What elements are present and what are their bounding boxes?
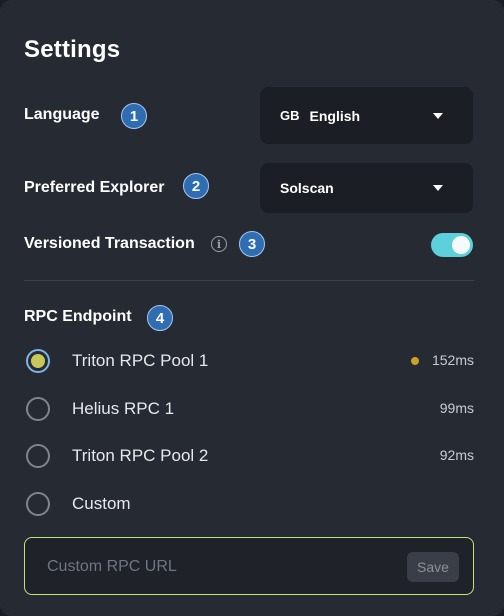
annotation-badge-1: 1 xyxy=(121,103,147,129)
radio-selected[interactable] xyxy=(26,349,50,373)
latency-status-dot xyxy=(411,357,419,365)
page-title: Settings xyxy=(24,36,121,63)
versioned-transaction-label: Versioned Transaction xyxy=(24,235,195,252)
language-label: Language xyxy=(24,106,100,123)
versioned-transaction-toggle[interactable] xyxy=(431,233,473,257)
divider xyxy=(24,280,474,281)
rpc-option-triton-pool-2[interactable]: Triton RPC Pool 2 92ms xyxy=(0,436,504,476)
explorer-value: Solscan xyxy=(280,180,334,196)
language-dropdown[interactable]: GB English xyxy=(260,87,473,144)
rpc-option-triton-pool-1[interactable]: Triton RPC Pool 1 152ms xyxy=(0,341,504,381)
settings-panel: Settings Language 1 GB English Preferred… xyxy=(0,0,504,616)
explorer-label: Preferred Explorer xyxy=(24,179,165,196)
rpc-option-custom[interactable]: Custom xyxy=(0,484,504,524)
rpc-option-name: Triton RPC Pool 2 xyxy=(72,446,209,465)
explorer-dropdown[interactable]: Solscan xyxy=(260,163,473,213)
custom-rpc-box: Save xyxy=(24,537,474,595)
gb-flag-icon: GB xyxy=(280,108,300,123)
rpc-option-name: Custom xyxy=(72,494,131,513)
chevron-down-icon xyxy=(433,185,443,191)
radio-unselected[interactable] xyxy=(26,492,50,516)
radio-dot xyxy=(31,354,45,368)
chevron-down-icon xyxy=(433,112,443,119)
annotation-badge-3: 3 xyxy=(239,231,265,257)
rpc-option-name: Helius RPC 1 xyxy=(72,399,175,418)
rpc-option-latency: 152ms xyxy=(431,352,474,368)
annotation-badge-4: 4 xyxy=(147,305,173,331)
rpc-endpoint-label: RPC Endpoint xyxy=(24,308,132,325)
custom-rpc-url-input[interactable] xyxy=(45,554,389,580)
info-icon[interactable]: i xyxy=(211,236,227,252)
language-value: English xyxy=(309,107,361,124)
annotation-badge-2: 2 xyxy=(183,173,209,199)
radio-unselected[interactable] xyxy=(26,397,50,421)
rpc-option-name: Triton RPC Pool 1 xyxy=(72,351,209,370)
rpc-option-helius-1[interactable]: Helius RPC 1 99ms xyxy=(0,389,504,429)
radio-unselected[interactable] xyxy=(26,444,50,468)
rpc-option-latency: 99ms xyxy=(439,400,474,416)
rpc-option-latency: 92ms xyxy=(439,447,474,463)
toggle-knob xyxy=(452,236,470,254)
save-button[interactable]: Save xyxy=(407,552,459,582)
